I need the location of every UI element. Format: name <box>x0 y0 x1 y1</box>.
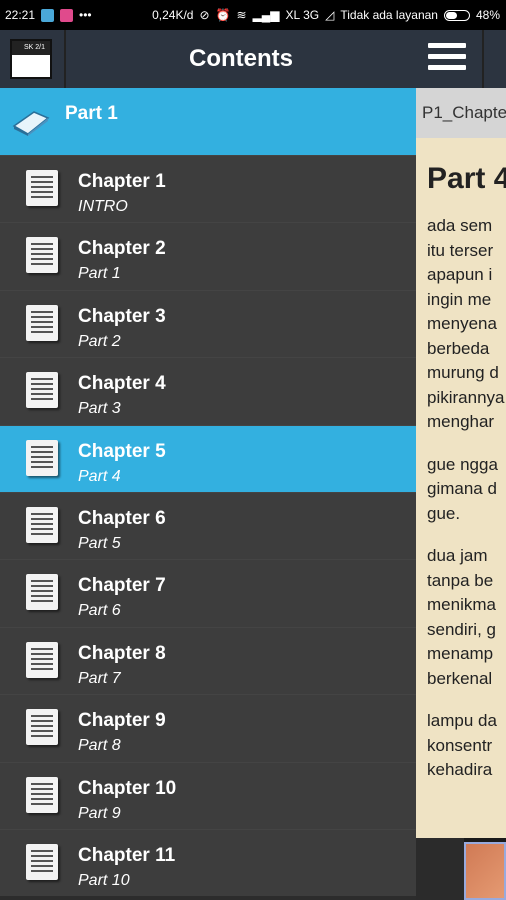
chapter-title: Chapter 9 <box>78 710 166 732</box>
chapter-subtitle: Part 10 <box>78 871 130 889</box>
chapter-subtitle: Part 3 <box>78 400 121 418</box>
chapter-item[interactable]: Chapter 3 Part 2 <box>0 289 416 358</box>
reading-page[interactable]: Part 4 ada sem itu terser apapun i ingin… <box>416 138 506 838</box>
chapter-subtitle: Part 8 <box>78 737 121 755</box>
battery-icon <box>443 9 470 21</box>
document-icon <box>26 641 58 678</box>
service-label: Tidak ada layanan <box>340 8 438 22</box>
document-icon <box>26 574 58 611</box>
document-icon <box>26 843 58 880</box>
book-icon <box>12 111 50 136</box>
chapter-subtitle: INTRO <box>78 198 128 215</box>
chapter-list: Chapter 1 INTRO Chapter 2 Part 1 Chapter 3 Pa… <box>0 155 416 897</box>
drawer-header: SK 2/1 Contents <box>0 30 416 88</box>
document-icon <box>26 372 58 409</box>
notification-app-icon <box>41 8 55 22</box>
part-label: Part 1 <box>65 103 118 124</box>
notification-messenger-icon <box>60 8 74 22</box>
chapter-title: Chapter 10 <box>78 777 177 799</box>
chapter-item[interactable]: Chapter 1 INTRO <box>0 155 416 223</box>
document-icon <box>26 506 58 543</box>
chapter-title: Chapter 11 <box>78 844 176 866</box>
chapter-subtitle: Part 4 <box>78 467 121 485</box>
chapter-subtitle: Part 6 <box>78 602 121 620</box>
chapter-item[interactable]: Chapter 8 Part 7 <box>0 626 416 695</box>
page-heading: Part 4 <box>427 162 506 195</box>
page-paragraph: lampu da konsentr kehadira <box>427 711 497 779</box>
chapter-title: Chapter 8 <box>78 642 166 664</box>
network-speed: 0,24K/d <box>152 8 194 22</box>
contents-drawer: SK 2/1 Contents Part 1 Chapter 1 INTRO Cha… <box>0 30 416 900</box>
chapter-title: Chapter 4 <box>78 373 166 395</box>
part-header[interactable]: Part 1 <box>0 88 416 155</box>
document-icon <box>26 709 58 746</box>
document-icon <box>26 237 58 274</box>
page-paragraph: ada sem itu terser apapun i ingin me men… <box>427 216 505 431</box>
chapter-title: Chapter 3 <box>78 305 166 327</box>
chapter-item[interactable]: Chapter 2 Part 1 <box>0 222 416 290</box>
chapter-title: Chapter 6 <box>78 507 166 529</box>
chapter-title: Chapter 5 <box>78 440 166 462</box>
chapter-item[interactable]: Chapter 11 Part 10 <box>0 828 416 897</box>
document-icon <box>26 170 58 206</box>
chapter-item[interactable]: Chapter 7 Part 6 <box>0 559 416 627</box>
chapter-subtitle: Part 5 <box>78 534 121 552</box>
chapter-subtitle: Part 2 <box>78 332 121 350</box>
document-icon <box>26 776 58 813</box>
status-time: 22:21 <box>5 8 36 22</box>
chapter-title: Chapter 1 <box>78 171 166 192</box>
reader-toolbar <box>416 30 506 88</box>
chapter-breadcrumb: P1_Chapte <box>416 88 506 138</box>
status-bar: 22:21 ••• 0,24K/d ⊘ ⏰ ≋ ▂▄▆ XL 3G ◿ Tida… <box>0 0 506 30</box>
page-paragraph: dua jam tanpa be menikma sendiri, g mena… <box>427 546 496 688</box>
signal-empty-icon: ◿ <box>325 8 335 22</box>
reader-panel: P1_Chapte Part 4 ada sem itu terser apap… <box>416 30 506 900</box>
chapter-subtitle: Part 7 <box>78 669 121 687</box>
wifi-icon: ≋ <box>236 8 247 22</box>
chapter-title: Chapter 2 <box>78 238 166 260</box>
battery-percent: 48% <box>475 8 500 22</box>
carrier-label: XL 3G <box>285 8 320 22</box>
page-paragraph: gue ngga gimana d gue. <box>427 454 498 523</box>
alarm-icon: ⏰ <box>215 8 231 22</box>
silent-icon: ⊘ <box>199 8 210 22</box>
ad-thumbnail[interactable] <box>464 838 506 900</box>
chapter-item[interactable]: Chapter 9 Part 8 <box>0 694 416 762</box>
signal-icon: ▂▄▆ <box>252 8 280 22</box>
menu-icon[interactable] <box>428 43 466 75</box>
toolbar-divider <box>482 30 484 88</box>
app-icon[interactable]: SK 2/1 <box>10 39 52 79</box>
chapter-item[interactable]: Chapter 4 Part 3 <box>0 357 416 425</box>
document-icon <box>26 439 58 476</box>
chapter-subtitle: Part 1 <box>78 265 121 283</box>
chapter-subtitle: Part 9 <box>78 804 121 822</box>
chapter-item[interactable]: Chapter 5 Part 4 <box>0 424 416 492</box>
more-notifications-icon: ••• <box>79 8 92 22</box>
chapter-title: Chapter 7 <box>78 575 166 597</box>
chapter-item[interactable]: Chapter 10 Part 9 <box>0 761 416 829</box>
drawer-title: Contents <box>189 45 293 72</box>
chapter-item[interactable]: Chapter 6 Part 5 <box>0 491 416 560</box>
document-icon <box>26 304 58 341</box>
